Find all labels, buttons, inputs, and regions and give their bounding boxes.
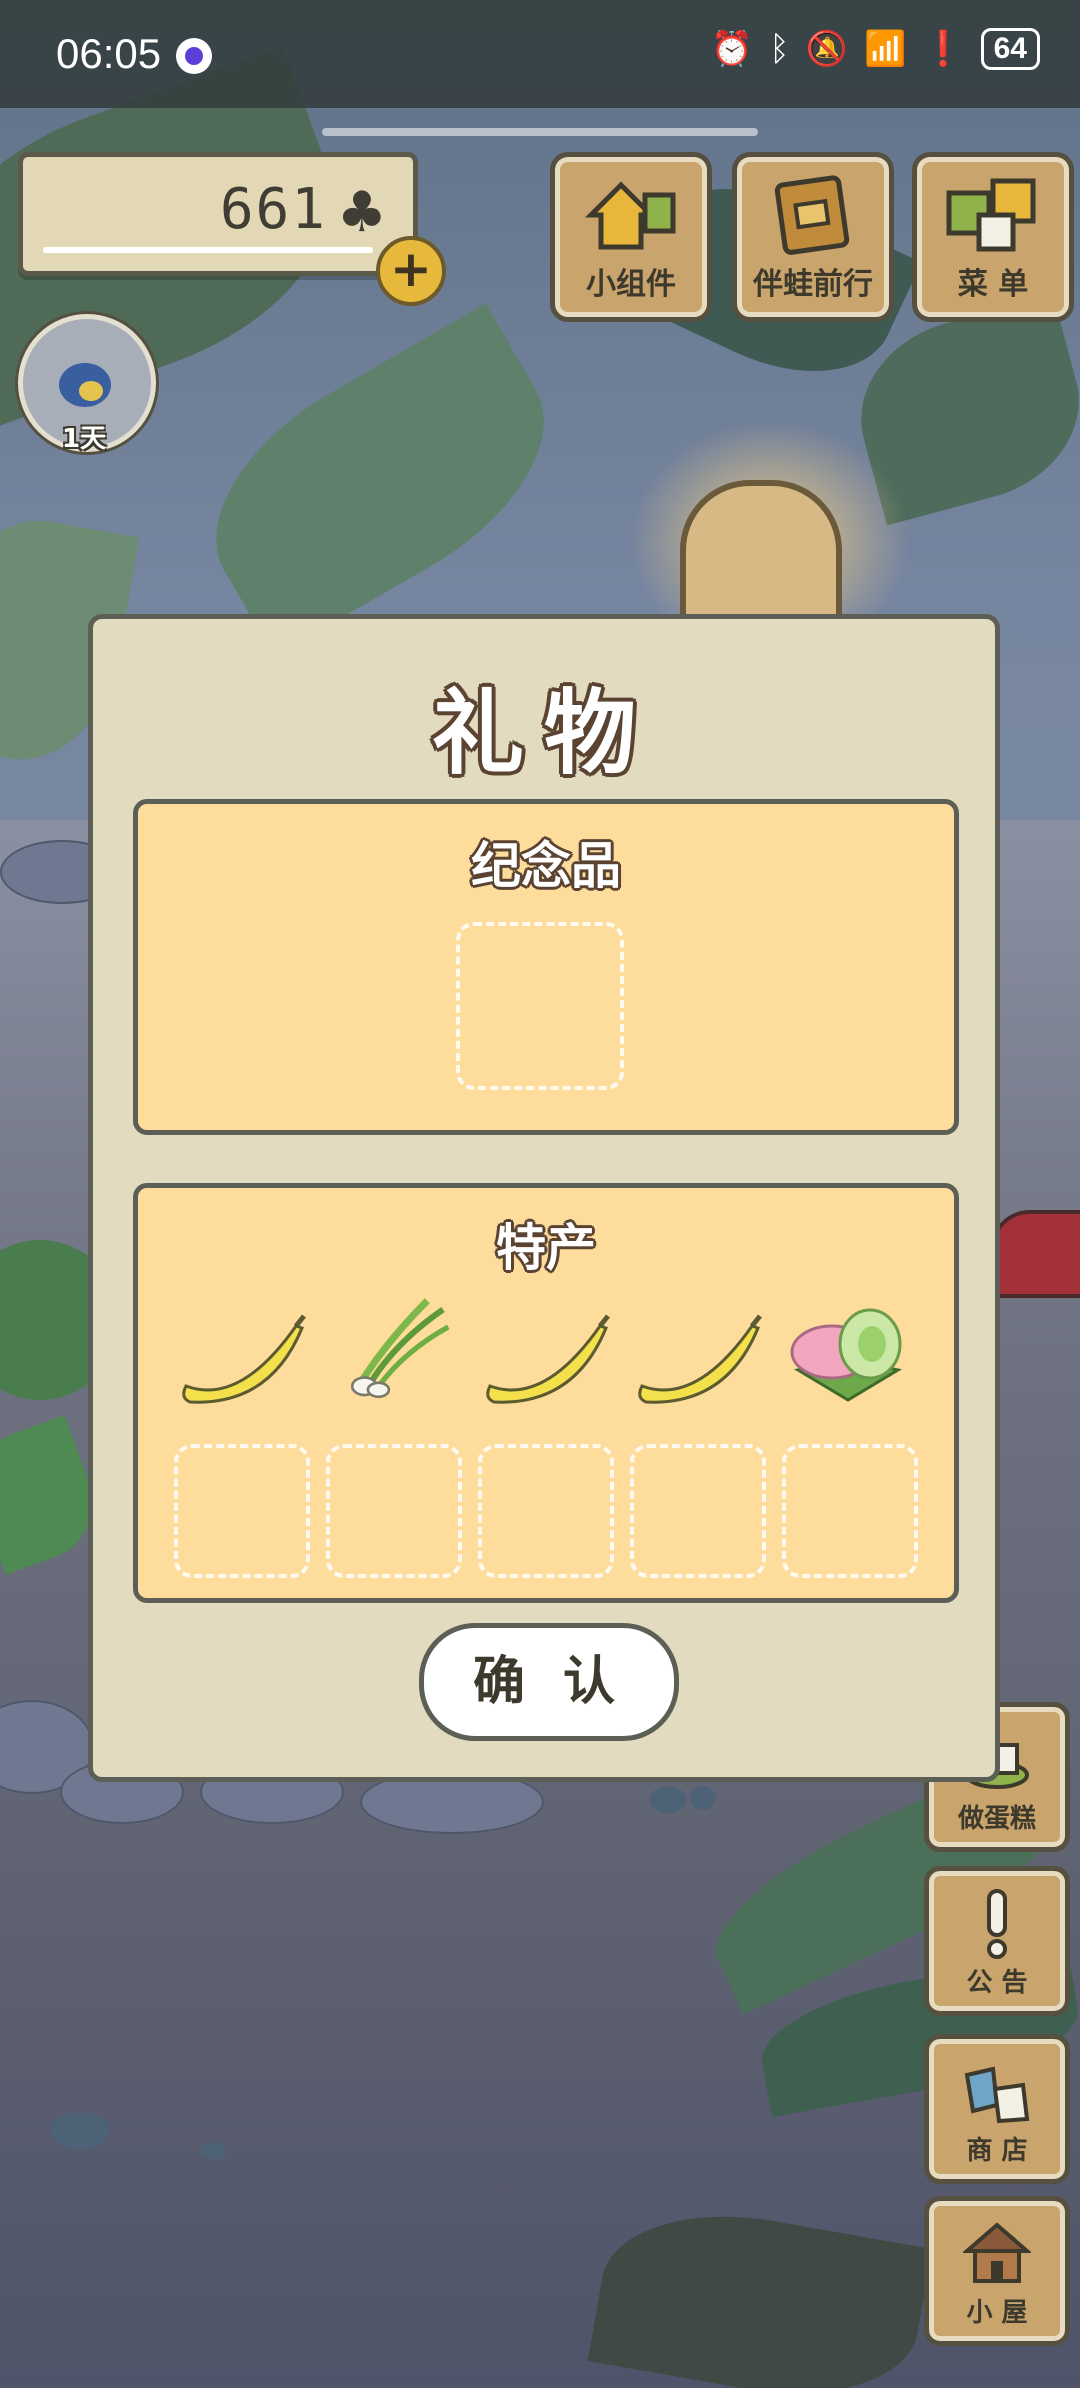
widget-icon [584,181,676,250]
stone [200,2142,226,2160]
specialty-slot[interactable] [326,1444,462,1578]
widget-label: 小组件 [586,267,676,302]
menu-label: 菜 单 [957,267,1029,302]
notice-label: 公 告 [966,1968,1028,1998]
status-icons: ⏰ ᛒ 🔕 📶 ❗ 64 [711,28,1040,70]
specialty-slot[interactable] [782,1444,918,1578]
clover-amount: 661 [219,177,327,242]
specialty-title: 特产 [496,1219,596,1277]
clover-icon: ♣ [336,180,387,245]
banana-icon[interactable] [636,1306,762,1416]
stone [690,1786,716,1810]
menu-icon [946,178,1036,252]
banana-icon[interactable] [484,1306,610,1416]
souvenir-slot[interactable] [456,922,624,1090]
journal-icon [774,175,850,255]
dialog-title: 礼物 [431,680,656,787]
wifi-icon: 📶 [863,29,907,69]
mailbox [990,1210,1080,1298]
cake-label: 做蛋糕 [957,1804,1036,1834]
specialty-slot[interactable] [478,1444,614,1578]
shop-bag-icon [964,2066,1030,2124]
souvenir-title: 纪念品 [471,837,621,895]
counter-underline [43,247,373,253]
journey-button[interactable]: 伴蛙前行 [732,152,894,322]
bluetooth-icon: ᛒ [769,29,790,69]
mochi-icon[interactable] [788,1300,914,1410]
exclamation-icon [987,1889,1007,1959]
house-window [680,480,842,632]
specialty-slot[interactable] [174,1444,310,1578]
alarm-icon: ⏰ [710,29,754,69]
souvenir-panel: 纪念品 [133,799,959,1135]
notice-button[interactable]: 公 告 [924,1866,1070,2016]
house-icon [963,2222,1031,2283]
banana-icon[interactable] [180,1306,306,1416]
widget-button[interactable]: 小组件 [550,152,712,322]
app-notification-icon [176,38,212,74]
alert-icon: ❗ [922,29,965,69]
house-button[interactable]: 小 屋 [924,2196,1070,2346]
menu-button[interactable]: 菜 单 [912,152,1074,322]
green-onion-icon[interactable] [332,1292,458,1402]
journey-label: 伴蛙前行 [753,267,873,302]
confirm-button[interactable]: 确 认 [419,1623,679,1741]
frog-days-label: 1天 [62,424,107,454]
specialty-panel: 特产 [133,1183,959,1603]
gift-dialog: 礼物 纪念品 特产 确 认 [88,614,1000,1782]
stone [50,2112,110,2150]
shop-label: 商 店 [966,2136,1028,2166]
mute-bell-icon: 🔕 [805,29,848,69]
drag-handle[interactable] [322,128,758,136]
shop-button[interactable]: 商 店 [924,2034,1070,2184]
battery-indicator: 64 [980,28,1040,70]
stone [650,1786,686,1814]
add-clover-button[interactable]: + [376,236,446,306]
house-label: 小 屋 [966,2298,1028,2328]
specialty-slot[interactable] [630,1444,766,1578]
status-bar: 06:05 ⏰ ᛒ 🔕 📶 ❗ 64 [0,0,1080,108]
status-time: 06:05 [56,30,162,77]
clover-counter: 661 ♣ [18,152,418,276]
bird-icon [59,363,111,407]
